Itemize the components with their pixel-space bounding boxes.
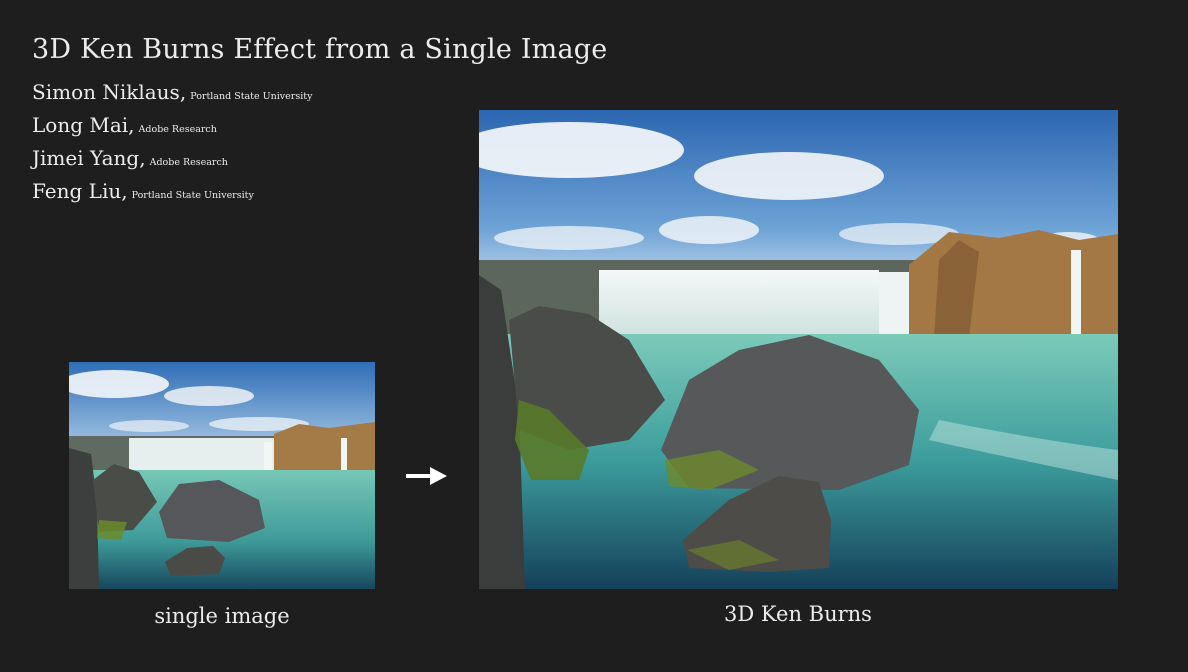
output-image	[479, 110, 1118, 589]
author-entry: Simon Niklaus, Portland State University	[32, 78, 312, 111]
waterfall-landscape-large	[479, 110, 1118, 589]
author-affiliation: Adobe Research	[138, 124, 217, 135]
author-name: Simon Niklaus,	[32, 80, 187, 104]
author-name: Jimei Yang,	[32, 146, 146, 170]
input-image	[69, 362, 375, 589]
input-caption: single image	[154, 604, 290, 628]
author-affiliation: Portland State University	[190, 91, 313, 102]
author-list: Simon Niklaus, Portland State University …	[32, 78, 312, 210]
author-name: Long Mai,	[32, 113, 135, 137]
author-name: Feng Liu,	[32, 179, 128, 203]
author-entry: Long Mai, Adobe Research	[32, 111, 312, 144]
output-caption: 3D Ken Burns	[724, 602, 872, 626]
author-affiliation: Adobe Research	[149, 157, 228, 168]
author-affiliation: Portland State University	[131, 190, 254, 201]
right-arrow-icon	[406, 467, 447, 485]
waterfall-landscape-small	[69, 362, 375, 589]
page-title: 3D Ken Burns Effect from a Single Image	[32, 34, 608, 65]
author-entry: Feng Liu, Portland State University	[32, 177, 312, 210]
author-entry: Jimei Yang, Adobe Research	[32, 144, 312, 177]
